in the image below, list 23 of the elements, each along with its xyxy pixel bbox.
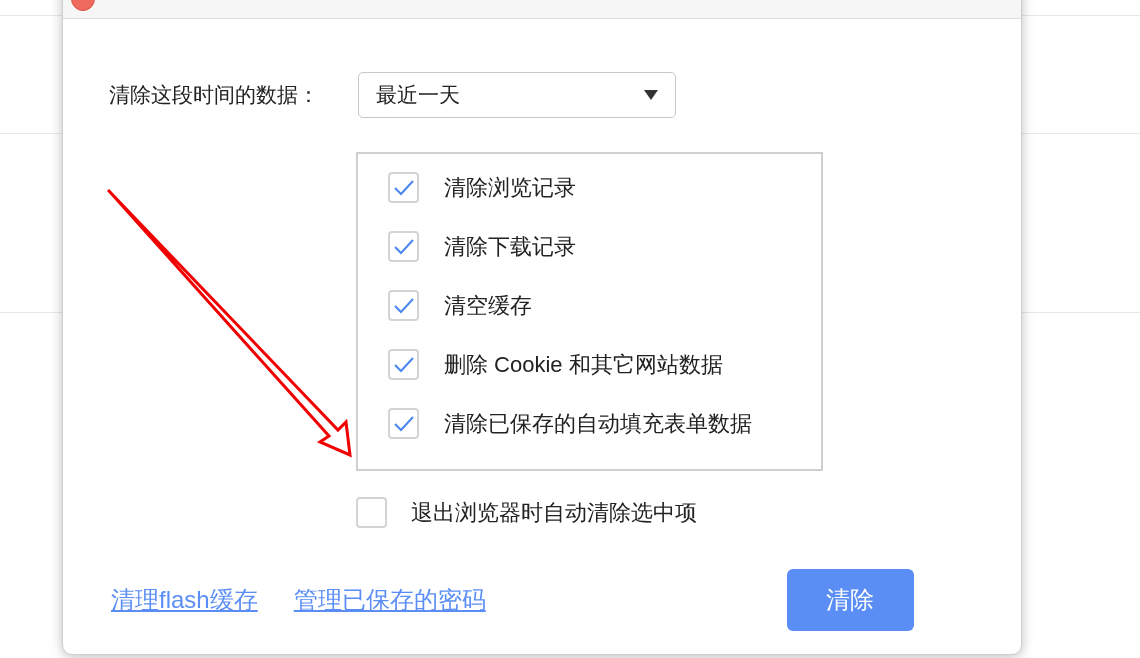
range-dropdown[interactable]: 最近一天 — [358, 72, 676, 118]
checkbox[interactable] — [356, 497, 387, 528]
flash-cache-link[interactable]: 清理flash缓存 — [111, 582, 258, 618]
option-label: 清空缓存 — [444, 292, 532, 320]
checkmark-icon — [393, 356, 414, 373]
option-label: 清除已保存的自动填充表单数据 — [444, 410, 752, 438]
checkmark-icon — [393, 238, 414, 255]
checkbox[interactable] — [388, 231, 419, 262]
checkmark-icon — [393, 297, 414, 314]
option-label: 清除下载记录 — [444, 233, 576, 261]
checkbox[interactable] — [388, 290, 419, 321]
range-label: 清除这段时间的数据： — [109, 82, 320, 109]
checkmark-icon — [393, 179, 414, 196]
checkbox[interactable] — [388, 172, 419, 203]
clear-button[interactable]: 清除 — [786, 569, 914, 631]
saved-passwords-link[interactable]: 管理已保存的密码 — [293, 582, 486, 618]
dropdown-arrow-icon — [644, 90, 658, 100]
checkmark-icon — [393, 415, 414, 432]
option-label: 删除 Cookie 和其它网站数据 — [444, 351, 723, 379]
auto-clear-label: 退出浏览器时自动清除选中项 — [411, 499, 697, 527]
checkbox[interactable] — [388, 408, 419, 439]
option-label: 清除浏览记录 — [444, 174, 576, 202]
checkbox[interactable] — [388, 349, 419, 380]
